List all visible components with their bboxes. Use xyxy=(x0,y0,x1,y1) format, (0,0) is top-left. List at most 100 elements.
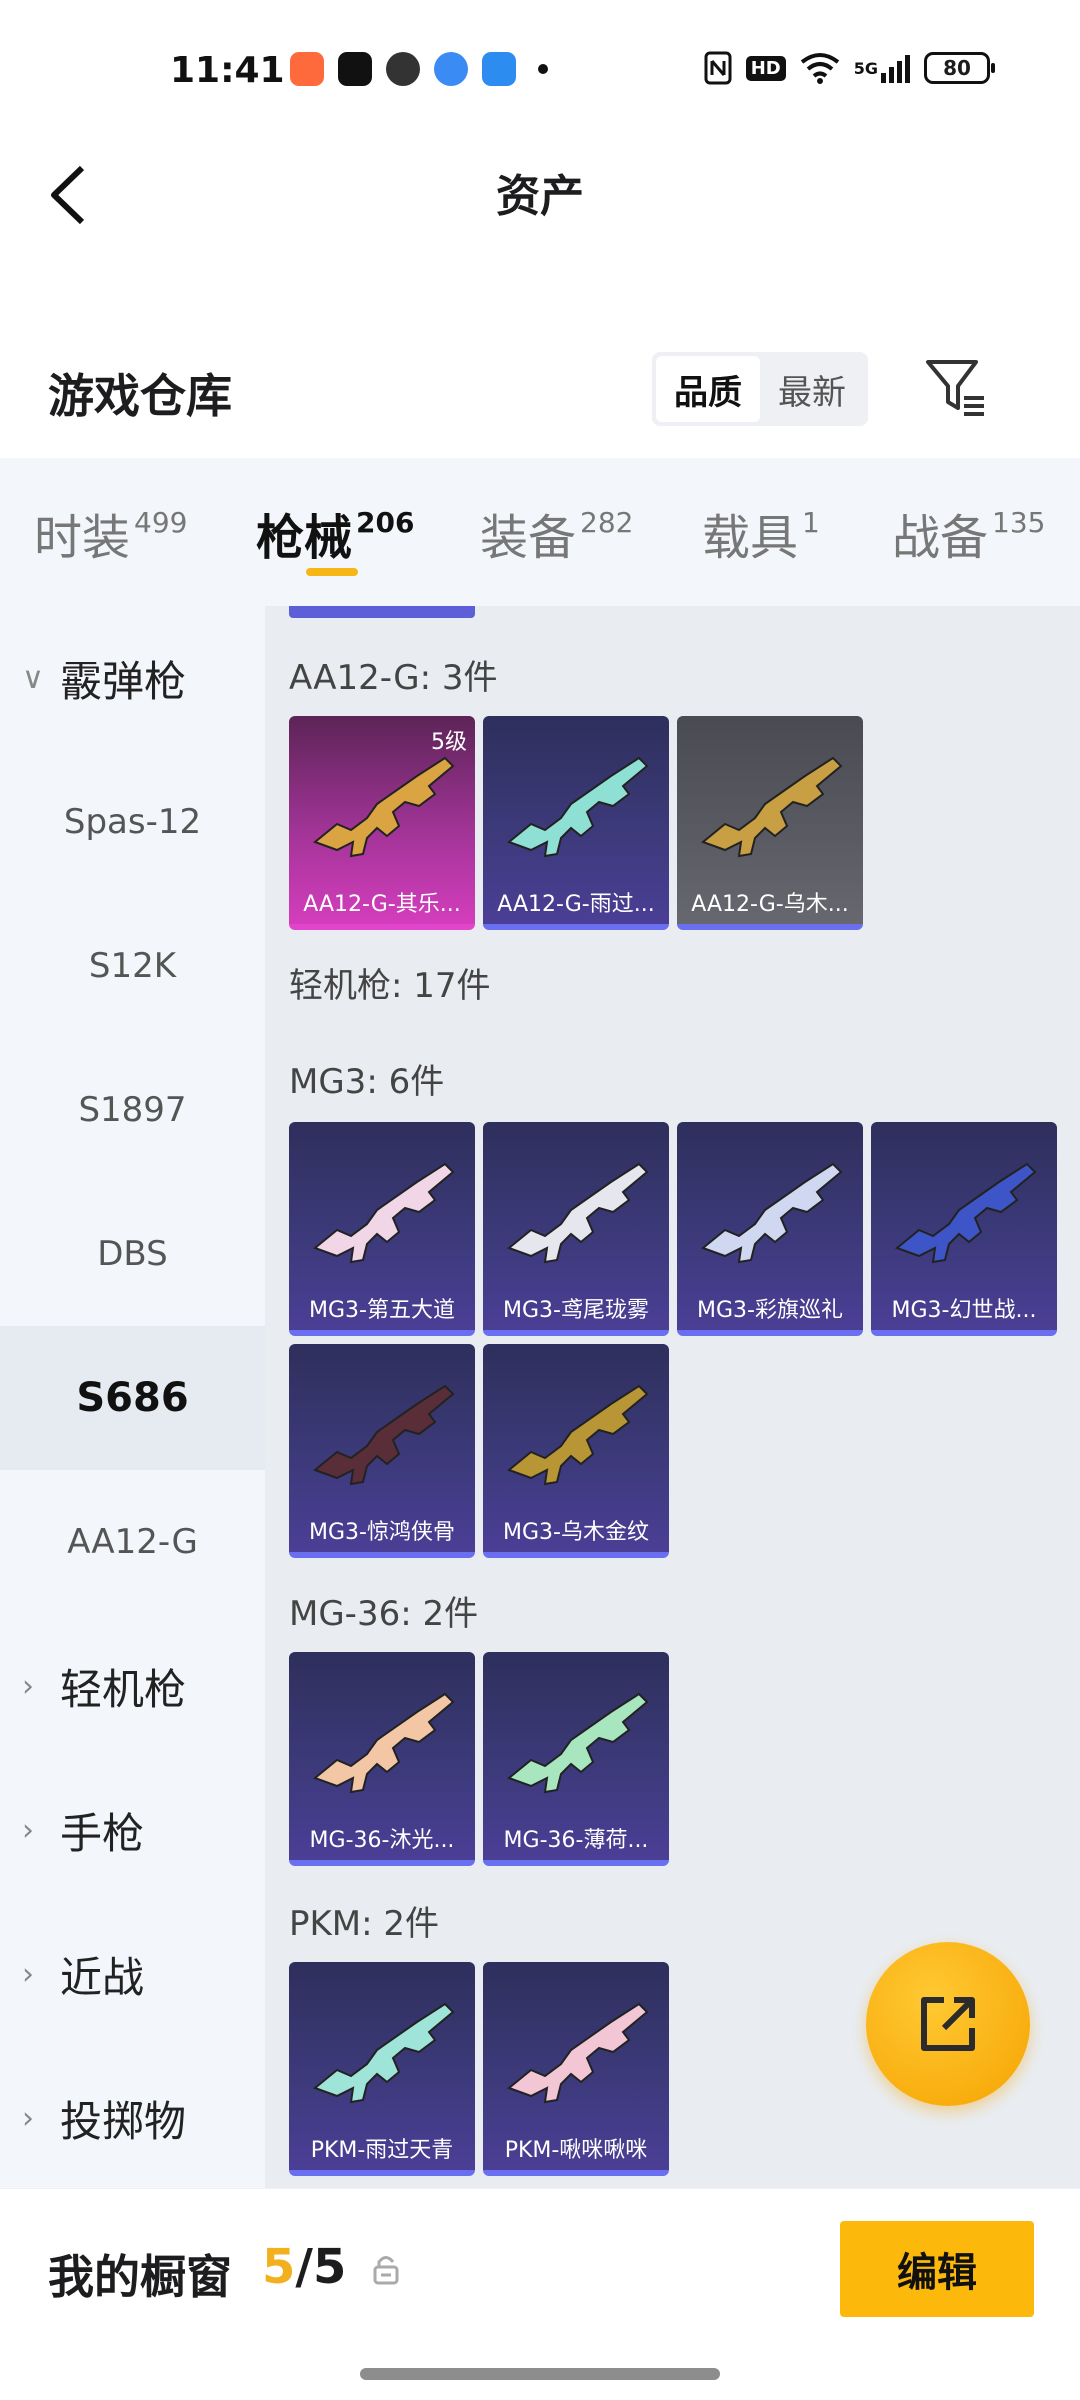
sidebar-item-label: S12K xyxy=(88,946,177,986)
weapon-card[interactable]: MG-36-薄荷... xyxy=(483,1652,669,1866)
tab-equipment[interactable]: 装备 282 xyxy=(480,498,633,568)
weapon-card[interactable]: MG3-惊鸿侠骨 xyxy=(289,1344,475,1558)
weapon-card[interactable]: AA12-G-雨过... xyxy=(483,716,669,930)
weapon-card[interactable]: MG-36-沐光... xyxy=(289,1652,475,1866)
tab-count: 1 xyxy=(802,506,820,539)
sidebar-item-label: DBS xyxy=(97,1234,168,1274)
tab-label: 战备 xyxy=(892,510,989,566)
tab-count: 282 xyxy=(580,506,634,539)
wechat-icon xyxy=(386,52,420,86)
tab-fashion[interactable]: 时装 499 xyxy=(34,498,187,568)
weapon-card[interactable]: MG3-鸢尾珑雾 xyxy=(483,1122,669,1336)
edit-button[interactable]: 编辑 xyxy=(840,2221,1034,2317)
weapon-card-label: AA12-G-雨过... xyxy=(497,892,655,917)
sidebar-item-dbs[interactable]: DBS xyxy=(0,1182,265,1326)
weapon-card-label: PKM-雨过天青 xyxy=(310,2138,454,2163)
showcase-current: 5 xyxy=(262,2239,296,2295)
share-button[interactable] xyxy=(866,1942,1030,2106)
weapon-card-label: AA12-G-乌木... xyxy=(691,892,849,917)
sidebar-item-label: AA12-G xyxy=(67,1522,198,1562)
sidebar-item-s686[interactable]: S686 xyxy=(0,1326,265,1470)
section-title-mg-36: MG-36: 2件 xyxy=(289,1594,479,1634)
tab-count: 499 xyxy=(134,506,188,539)
hd-icon: HD xyxy=(745,50,786,86)
weapon-card-label: MG-36-薄荷... xyxy=(503,1828,649,1853)
sidebar-item-aa12-g[interactable]: AA12-G xyxy=(0,1470,265,1614)
weapon-card[interactable]: AA12-G-乌木... xyxy=(677,716,863,930)
sidebar-group-shotgun[interactable]: ∨ 霰弹枪 xyxy=(0,606,265,750)
chevron-right-icon: › xyxy=(22,2100,34,2136)
status-bar: 11:41 HD 5G 80 xyxy=(0,0,1080,140)
showcase-title: 我的橱窗 xyxy=(48,2250,232,2304)
weapon-card-label: PKM-啾咪啾咪 xyxy=(504,2138,648,2163)
weapon-card[interactable]: MG3-幻世战... xyxy=(871,1122,1057,1336)
weapon-card[interactable]: MG3-第五大道 xyxy=(289,1122,475,1336)
tab-label: 时装 xyxy=(34,510,131,566)
showcase-count: 5/5 xyxy=(262,2239,346,2295)
section-title-mg3: MG3: 6件 xyxy=(289,1062,445,1102)
status-time: 11:41 xyxy=(170,50,285,91)
chevron-right-icon: › xyxy=(22,1668,34,1704)
weapon-skin-image xyxy=(313,2002,455,2104)
sidebar-item-label: 手枪 xyxy=(60,1808,145,1858)
weapon-card[interactable]: MG3-乌木金纹 xyxy=(483,1344,669,1558)
weapon-skin-image xyxy=(313,756,455,858)
weapon-skin-image xyxy=(507,756,649,858)
weapon-skin-image xyxy=(507,1384,649,1486)
weapon-card[interactable]: 5级 AA12-G-其乐... xyxy=(289,716,475,930)
chevron-right-icon: › xyxy=(22,1812,34,1848)
cellular-signal-icon: 5G xyxy=(854,50,910,86)
sidebar-item-label: S686 xyxy=(76,1375,189,1421)
sidebar-item-s1897[interactable]: S1897 xyxy=(0,1038,265,1182)
level-badge: 5级 xyxy=(431,730,467,755)
filter-button[interactable] xyxy=(922,354,988,420)
sidebar-item-label: 近战 xyxy=(60,1952,145,2002)
weapon-card-label: MG3-鸢尾珑雾 xyxy=(503,1298,649,1323)
sidebar: ∨ 霰弹枪 Spas-12 S12K S1897 DBS S686 AA12-G… xyxy=(0,606,265,2188)
tab-count: 135 xyxy=(992,506,1046,539)
weapon-card-label: MG3-乌木金纹 xyxy=(503,1520,649,1545)
weapon-card[interactable]: PKM-啾咪啾咪 xyxy=(483,1962,669,2176)
tab-guns[interactable]: 枪械 206 xyxy=(256,498,414,568)
sidebar-group-pistol[interactable]: › 手枪 xyxy=(0,1758,265,1902)
weapon-skin-image xyxy=(507,1692,649,1794)
sidebar-group-lmg[interactable]: › 轻机枪 xyxy=(0,1614,265,1758)
weapon-card[interactable]: PKM-雨过天青 xyxy=(289,1962,475,2176)
tab-label: 装备 xyxy=(480,510,577,566)
home-indicator[interactable] xyxy=(360,2368,720,2380)
network-type-label: 5G xyxy=(853,58,878,78)
weapon-card-label: AA12-G-其乐... xyxy=(303,892,461,917)
previous-card-edge xyxy=(289,606,475,618)
weapon-card-label: MG3-彩旗巡礼 xyxy=(697,1298,843,1323)
sidebar-item-label: S1897 xyxy=(78,1090,187,1130)
active-tab-indicator xyxy=(306,568,358,576)
sidebar-group-throwables[interactable]: › 投掷物 xyxy=(0,2046,265,2190)
calendar-app-icon xyxy=(482,52,516,86)
sidebar-group-melee[interactable]: › 近战 xyxy=(0,1902,265,2046)
battery-level: 80 xyxy=(943,56,971,80)
weapon-card[interactable]: MG3-彩旗巡礼 xyxy=(677,1122,863,1336)
share-external-icon xyxy=(921,1997,975,2051)
more-notifications-icon xyxy=(538,64,548,74)
weapon-skin-image xyxy=(507,2002,649,2104)
sort-quality-button[interactable]: 品质 xyxy=(656,356,760,422)
tab-label: 枪械 xyxy=(256,510,353,566)
sidebar-item-label: 轻机枪 xyxy=(60,1664,187,1714)
showcase-separator: / xyxy=(295,2239,313,2295)
sidebar-item-spas-12[interactable]: Spas-12 xyxy=(0,750,265,894)
chevron-right-icon: › xyxy=(22,1956,34,1992)
weapon-skin-image xyxy=(701,756,843,858)
wifi-icon xyxy=(800,50,840,86)
nfc-icon xyxy=(704,50,732,86)
sort-toggle: 品质 最新 xyxy=(652,352,868,426)
sort-newest-button[interactable]: 最新 xyxy=(760,356,864,422)
sidebar-item-s12k[interactable]: S12K xyxy=(0,894,265,1038)
weapon-card-label: MG3-第五大道 xyxy=(309,1298,455,1323)
tab-supplies[interactable]: 战备 135 xyxy=(892,498,1045,568)
system-icons: HD 5G 80 xyxy=(704,50,995,86)
page-title: 资产 xyxy=(496,171,584,222)
category-tabs: 时装 499 枪械 206 装备 282 载具 1 战备 135 xyxy=(0,458,1080,606)
tab-vehicles[interactable]: 载具 1 xyxy=(702,498,820,568)
filter-icon xyxy=(926,360,984,416)
weapon-card-label: MG3-幻世战... xyxy=(891,1298,1037,1323)
